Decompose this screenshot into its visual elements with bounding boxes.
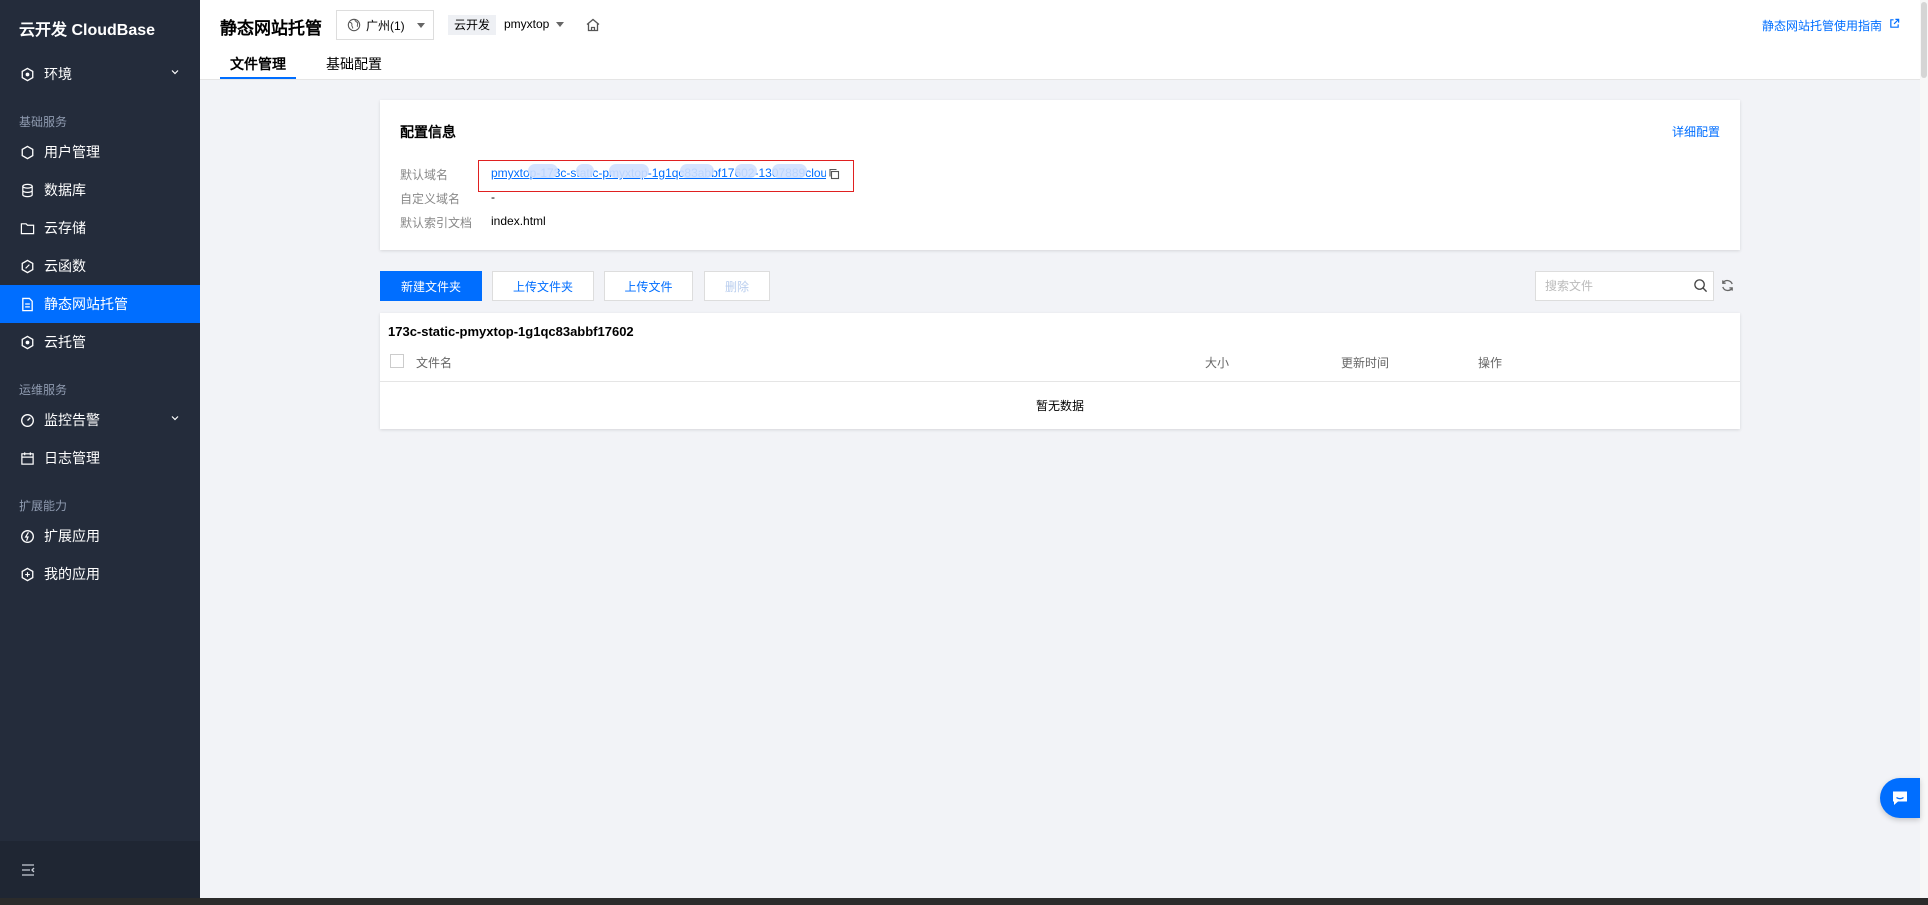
upload-file-button[interactable]: 上传文件 [604, 271, 693, 301]
column-header-actions: 操作 [1478, 356, 1503, 370]
sidebar-item-label: 环境 [44, 66, 72, 82]
external-link-icon[interactable] [1889, 18, 1900, 29]
column-header-size: 大小 [1205, 356, 1230, 370]
tab-basic-config[interactable]: 基础配置 [326, 54, 382, 74]
chevron-down-icon [171, 416, 179, 421]
chevron-down-icon [171, 70, 179, 75]
env-tag: 云开发 [448, 15, 497, 35]
group-title-ops: 运维服务 [19, 383, 68, 397]
user-shield-icon [20, 145, 35, 160]
region-value: 广州(1) [366, 18, 405, 33]
delete-button[interactable]: 删除 [704, 271, 770, 301]
config-card: 配置信息 详细配置 默认域名 pmyxtop-173c-static-pmyxt… [380, 100, 1740, 250]
globe-icon [347, 18, 361, 32]
sidebar-footer [0, 841, 200, 898]
sidebar-item-label: 静态网站托管 [44, 296, 128, 312]
document-icon [20, 297, 35, 312]
chat-support-button[interactable] [1880, 778, 1920, 818]
custom-domain-label: 自定义域名 [400, 192, 461, 206]
select-all-checkbox[interactable] [390, 354, 404, 368]
column-header-updated: 更新时间 [1341, 356, 1390, 370]
sidebar-item-my-apps[interactable]: 我的应用 [0, 555, 200, 593]
collapse-menu-icon[interactable] [20, 862, 36, 878]
sidebar-item-monitor[interactable]: 监控告警 [0, 401, 200, 439]
sidebar-item-storage[interactable]: 云存储 [0, 209, 200, 247]
folder-icon [20, 221, 35, 236]
file-table-card: 173c-static-pmyxtop-1g1qc83abbf17602 文件名… [380, 313, 1740, 429]
active-tab-indicator [220, 77, 296, 79]
gauge-icon [20, 413, 35, 428]
scrollbar[interactable] [1920, 0, 1928, 898]
bottom-strip [0, 898, 1928, 905]
sidebar-item-user-mgmt[interactable]: 用户管理 [0, 133, 200, 171]
sidebar-item-functions[interactable]: 云函数 [0, 247, 200, 285]
index-doc-value: index.html [491, 214, 546, 228]
index-doc-label: 默认索引文档 [400, 216, 473, 230]
refresh-icon[interactable] [1720, 278, 1735, 293]
app-hexagon-icon [20, 567, 35, 582]
sidebar-item-logs[interactable]: 日志管理 [0, 439, 200, 477]
highlight-box [478, 160, 854, 192]
tab-file-management[interactable]: 文件管理 [230, 54, 286, 74]
brand-logo: 云开发 CloudBase [19, 22, 156, 39]
chat-bubble-icon [1893, 791, 1907, 805]
function-icon [20, 259, 35, 274]
page-title: 静态网站托管 [220, 19, 322, 38]
custom-domain-value: - [491, 190, 495, 204]
empty-state-text: 暂无数据 [1035, 399, 1084, 413]
region-select[interactable]: 广州(1) [336, 10, 434, 40]
hexagon-icon [20, 67, 35, 82]
sidebar-item-label: 云存储 [44, 220, 86, 236]
sidebar-item-label: 扩展应用 [44, 528, 100, 544]
guide-link[interactable]: 静态网站托管使用指南 [1762, 17, 1882, 34]
search-icon[interactable] [1693, 278, 1708, 293]
upload-folder-button[interactable]: 上传文件夹 [492, 271, 594, 301]
bucket-name: 173c-static-pmyxtop-1g1qc83abbf17602 [388, 324, 634, 339]
detail-config-link[interactable]: 详细配置 [1672, 123, 1720, 140]
database-icon [20, 183, 35, 198]
bolt-circle-icon [20, 529, 35, 544]
sidebar-item-label: 监控告警 [44, 412, 100, 428]
column-header-name: 文件名 [416, 356, 453, 370]
sidebar-item-cloud-run[interactable]: 云托管 [0, 323, 200, 361]
hexagon-icon [20, 335, 35, 350]
config-title: 配置信息 [400, 124, 456, 140]
sidebar-item-label: 我的应用 [44, 566, 100, 582]
sidebar-item-env[interactable]: 环境 [0, 55, 200, 93]
sidebar-item-label: 日志管理 [44, 450, 100, 466]
sidebar-item-database[interactable]: 数据库 [0, 171, 200, 209]
sidebar-item-label: 用户管理 [44, 144, 100, 160]
sidebar: 云开发 CloudBase 环境 基础服务 用户管理 数据库 云存储 云函数 静… [0, 0, 200, 898]
sidebar-item-label: 数据库 [44, 182, 86, 198]
default-domain-label: 默认域名 [400, 168, 449, 182]
page-header: 静态网站托管 广州(1) 云开发 pmyxtop 静态网站托管使用指南 文件管理… [200, 0, 1920, 80]
caret-down-icon [417, 23, 425, 28]
env-selector[interactable]: pmyxtop [504, 17, 549, 31]
group-title-basic: 基础服务 [19, 115, 68, 129]
sidebar-item-ext-apps[interactable]: 扩展应用 [0, 517, 200, 555]
scrollbar-thumb[interactable] [1921, 2, 1927, 78]
home-icon[interactable] [585, 17, 601, 33]
calendar-icon [20, 451, 35, 466]
sidebar-item-label: 云函数 [44, 258, 86, 274]
group-title-ext: 扩展能力 [19, 499, 68, 513]
sidebar-item-static-hosting[interactable]: 静态网站托管 [0, 285, 200, 323]
new-folder-button[interactable]: 新建文件夹 [380, 271, 482, 301]
sidebar-item-label: 云托管 [44, 334, 86, 350]
search-input[interactable]: 搜索文件 [1535, 271, 1714, 301]
table-divider [380, 381, 1740, 382]
caret-down-icon[interactable] [556, 22, 564, 27]
